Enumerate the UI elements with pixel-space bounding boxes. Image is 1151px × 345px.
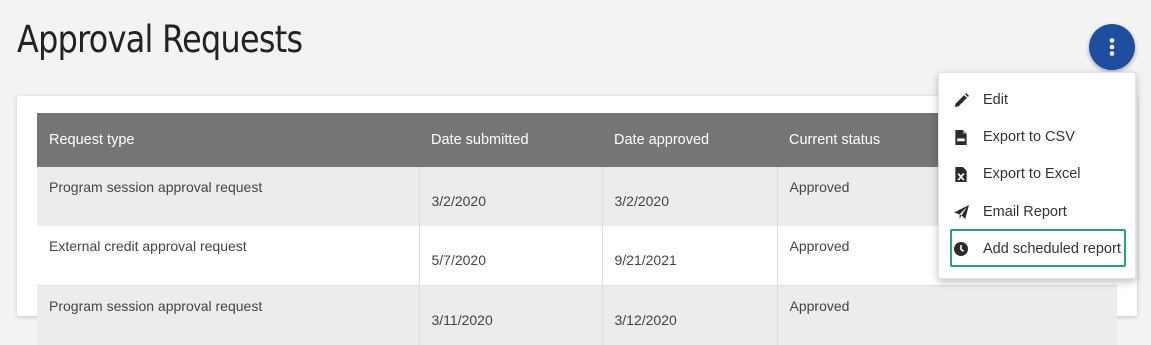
menu-item-email-report[interactable]: Email Report (953, 200, 1067, 224)
request-type-cell: External credit approval request (37, 226, 419, 286)
menu-item-add-scheduled-report[interactable]: Add scheduled report (953, 237, 1121, 261)
column-header-date-submitted[interactable]: Date submitted (419, 113, 602, 167)
date-submitted-cell: 3/11/2020 (419, 286, 602, 345)
date-approved-cell: 3/2/2020 (602, 167, 777, 226)
csv-file-icon (953, 129, 969, 145)
date-approved-cell: 9/21/2021 (602, 226, 777, 286)
excel-file-icon (953, 166, 969, 182)
actions-menu: Edit Export to CSV Export to Excel (938, 72, 1136, 279)
menu-item-label: Edit (983, 92, 1008, 108)
date-submitted-cell: 3/2/2020 (419, 167, 602, 226)
more-actions-button[interactable] (1089, 24, 1135, 70)
more-vertical-icon (1109, 38, 1115, 56)
menu-item-label: Export to Excel (983, 166, 1081, 182)
menu-item-edit[interactable]: Edit (953, 88, 1008, 112)
request-type-cell: Program session approval request (37, 286, 419, 345)
menu-item-label: Email Report (983, 204, 1067, 220)
column-header-date-approved[interactable]: Date approved (602, 113, 777, 167)
date-approved-cell: 3/12/2020 (602, 286, 777, 345)
menu-item-export-excel[interactable]: Export to Excel (953, 162, 1081, 186)
table-row[interactable]: Program session approval request 3/11/20… (37, 286, 1117, 345)
column-header-request-type[interactable]: Request type (37, 113, 419, 167)
page-title: Approval Requests (17, 18, 302, 61)
date-submitted-cell: 5/7/2020 (419, 226, 602, 286)
clock-icon (953, 241, 969, 257)
paper-plane-icon (953, 204, 969, 220)
status-cell: Approved (777, 286, 1117, 345)
menu-item-label: Add scheduled report (983, 241, 1121, 257)
pencil-icon (953, 92, 969, 108)
menu-item-label: Export to CSV (983, 129, 1075, 145)
menu-item-export-csv[interactable]: Export to CSV (953, 125, 1075, 149)
request-type-cell: Program session approval request (37, 167, 419, 226)
